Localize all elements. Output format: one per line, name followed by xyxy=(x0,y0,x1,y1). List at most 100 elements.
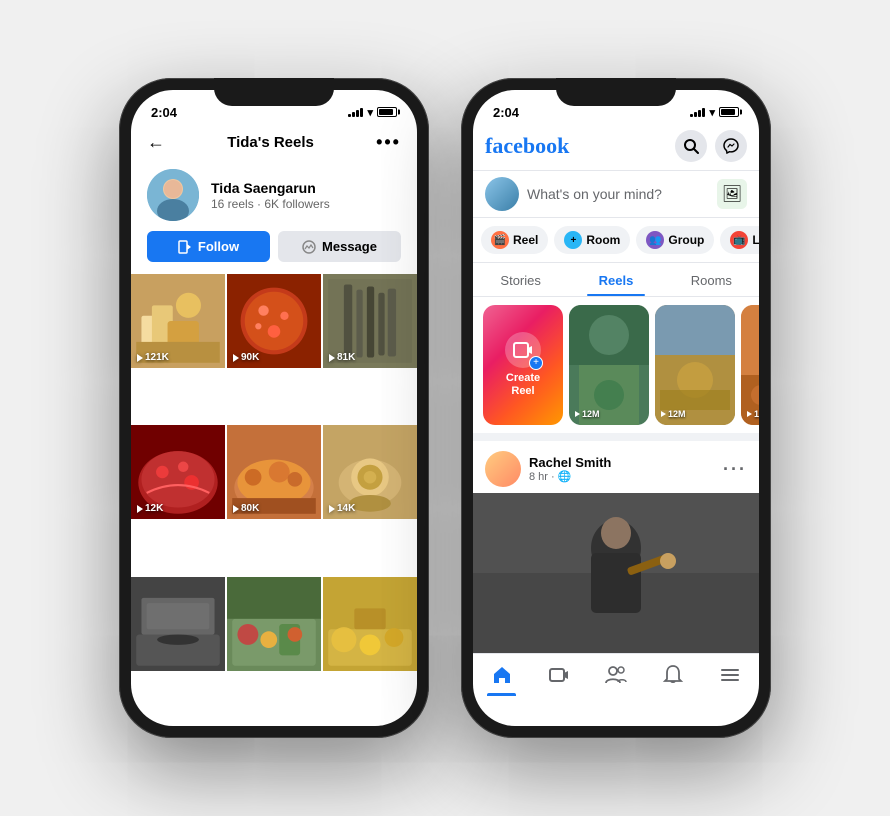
reel-thumb-image-1 xyxy=(569,305,649,425)
video-icon xyxy=(548,664,570,686)
phone-1: 2:04 ▾ ← Tida's Reels ••• xyxy=(119,78,429,738)
content-tabs: Stories Reels Rooms xyxy=(473,263,759,297)
messenger-icon xyxy=(302,240,316,254)
live-action-label: Live xyxy=(752,233,759,247)
room-action-label: Room xyxy=(586,233,620,247)
profile-name: Tida Saengarun xyxy=(211,180,401,196)
reel-cell-4[interactable]: 12K xyxy=(131,425,225,519)
reel-thumb-count-2: 12M xyxy=(661,409,686,419)
reel-image-7 xyxy=(131,577,225,671)
profile-info: Tida Saengarun 16 reels · 6K followers xyxy=(211,180,401,211)
phone1-notch xyxy=(214,78,334,106)
reel-cell-5[interactable]: 80K xyxy=(227,425,321,519)
phone2-status-icons: ▾ xyxy=(690,106,739,119)
reel-count-6: 14K xyxy=(329,503,355,514)
avatar-image xyxy=(147,169,199,221)
phone1-wifi-icon: ▾ xyxy=(367,106,373,119)
home-icon xyxy=(491,664,513,686)
friends-icon xyxy=(605,664,627,686)
messenger-icon xyxy=(723,138,739,154)
poster-name: Rachel Smith xyxy=(529,455,715,470)
poster-avatar xyxy=(485,451,521,487)
message-label: Message xyxy=(322,239,377,254)
reel-cell-6[interactable]: 14K xyxy=(323,425,417,519)
phone2-signal xyxy=(690,107,705,117)
room-action-button[interactable]: + Room xyxy=(554,226,630,254)
live-action-button[interactable]: 📺 Live xyxy=(720,226,759,254)
post-card: Rachel Smith 8 hr · 🌐 ··· xyxy=(473,433,759,653)
fb-header: facebook xyxy=(473,126,759,170)
follow-button[interactable]: Follow xyxy=(147,231,270,262)
reel-cell-7[interactable] xyxy=(131,577,225,671)
group-action-button[interactable]: 👥 Group xyxy=(636,226,714,254)
quick-actions: 🎬 Reel + Room 👥 Group 📺 Live xyxy=(473,218,759,263)
reel-thumb-2[interactable]: 12M xyxy=(655,305,735,425)
phone2-battery xyxy=(719,107,739,117)
reel-thumb-1[interactable]: 12M xyxy=(569,305,649,425)
reel-count-4: 12K xyxy=(137,503,163,514)
room-icon: + xyxy=(564,231,582,249)
fb-bottom-nav xyxy=(473,653,759,696)
group-icon: 👥 xyxy=(646,231,664,249)
search-button[interactable] xyxy=(675,130,707,162)
back-button[interactable]: ← xyxy=(147,132,165,153)
phones-container: 2:04 ▾ ← Tida's Reels ••• xyxy=(119,78,771,738)
group-action-label: Group xyxy=(668,233,704,247)
post-image xyxy=(473,493,759,653)
action-buttons: Follow Message xyxy=(131,231,417,274)
reel-thumb-count-3: 12M xyxy=(747,409,759,419)
photo-upload-button[interactable]: 🖼 xyxy=(717,179,747,209)
reels-strip: + CreateReel 12M xyxy=(473,297,759,433)
avatar-svg xyxy=(147,169,199,221)
create-reel-button[interactable]: + CreateReel xyxy=(483,305,563,425)
poster-info: Rachel Smith 8 hr · 🌐 xyxy=(529,455,715,483)
bell-icon xyxy=(662,664,684,686)
reel-icon: 🎬 xyxy=(491,231,509,249)
post-input[interactable]: What's on your mind? xyxy=(527,186,709,202)
reel-cell-9[interactable] xyxy=(323,577,417,671)
reel-cell-2[interactable]: 90K xyxy=(227,274,321,368)
create-reel-icon: + xyxy=(505,332,541,368)
nav-home[interactable] xyxy=(473,654,530,696)
reel-image-9 xyxy=(323,577,417,671)
reel-cell-8[interactable] xyxy=(227,577,321,671)
profile-stats: 16 reels · 6K followers xyxy=(211,197,401,211)
reel-count-3: 81K xyxy=(329,352,355,363)
tab-rooms[interactable]: Rooms xyxy=(664,263,759,296)
post-image-svg xyxy=(473,493,759,653)
reel-thumb-3[interactable]: 12M xyxy=(741,305,759,425)
tab-stories[interactable]: Stories xyxy=(473,263,568,296)
phone1-screen: 2:04 ▾ ← Tida's Reels ••• xyxy=(131,90,417,726)
page-title: Tida's Reels xyxy=(227,134,314,151)
search-icon xyxy=(683,138,699,154)
messenger-button[interactable] xyxy=(715,130,747,162)
phone1-time: 2:04 xyxy=(151,105,177,120)
tab-reels[interactable]: Reels xyxy=(568,263,663,296)
reel-count-2: 90K xyxy=(233,352,259,363)
reel-action-button[interactable]: 🎬 Reel xyxy=(481,226,548,254)
poster-meta: 8 hr · 🌐 xyxy=(529,470,715,483)
profile-section: Tida Saengarun 16 reels · 6K followers xyxy=(131,161,417,231)
avatar xyxy=(147,169,199,221)
phone1-status-icons: ▾ xyxy=(348,106,397,119)
live-icon: 📺 xyxy=(730,231,748,249)
post-header: Rachel Smith 8 hr · 🌐 ··· xyxy=(473,441,759,493)
reel-cell-3[interactable]: 81K xyxy=(323,274,417,368)
nav-video[interactable] xyxy=(530,654,587,696)
nav-notifications[interactable] xyxy=(645,654,702,696)
phone1-battery xyxy=(377,107,397,117)
reel-cell-1[interactable]: 121K xyxy=(131,274,225,368)
more-options-button[interactable]: ••• xyxy=(376,132,401,153)
reel-count-1: 121K xyxy=(137,352,169,363)
nav-friends[interactable] xyxy=(587,654,644,696)
reel-thumb-image-3 xyxy=(741,305,759,425)
message-button[interactable]: Message xyxy=(278,231,401,262)
phone-2: 2:04 ▾ facebook xyxy=(461,78,771,738)
follow-label: Follow xyxy=(198,239,239,254)
nav-menu[interactable] xyxy=(702,654,759,696)
post-more-options[interactable]: ··· xyxy=(723,459,747,480)
reel-image-8 xyxy=(227,577,321,671)
reel-count-5: 80K xyxy=(233,503,259,514)
phone2-time: 2:04 xyxy=(493,105,519,120)
reels-icon xyxy=(178,240,192,254)
